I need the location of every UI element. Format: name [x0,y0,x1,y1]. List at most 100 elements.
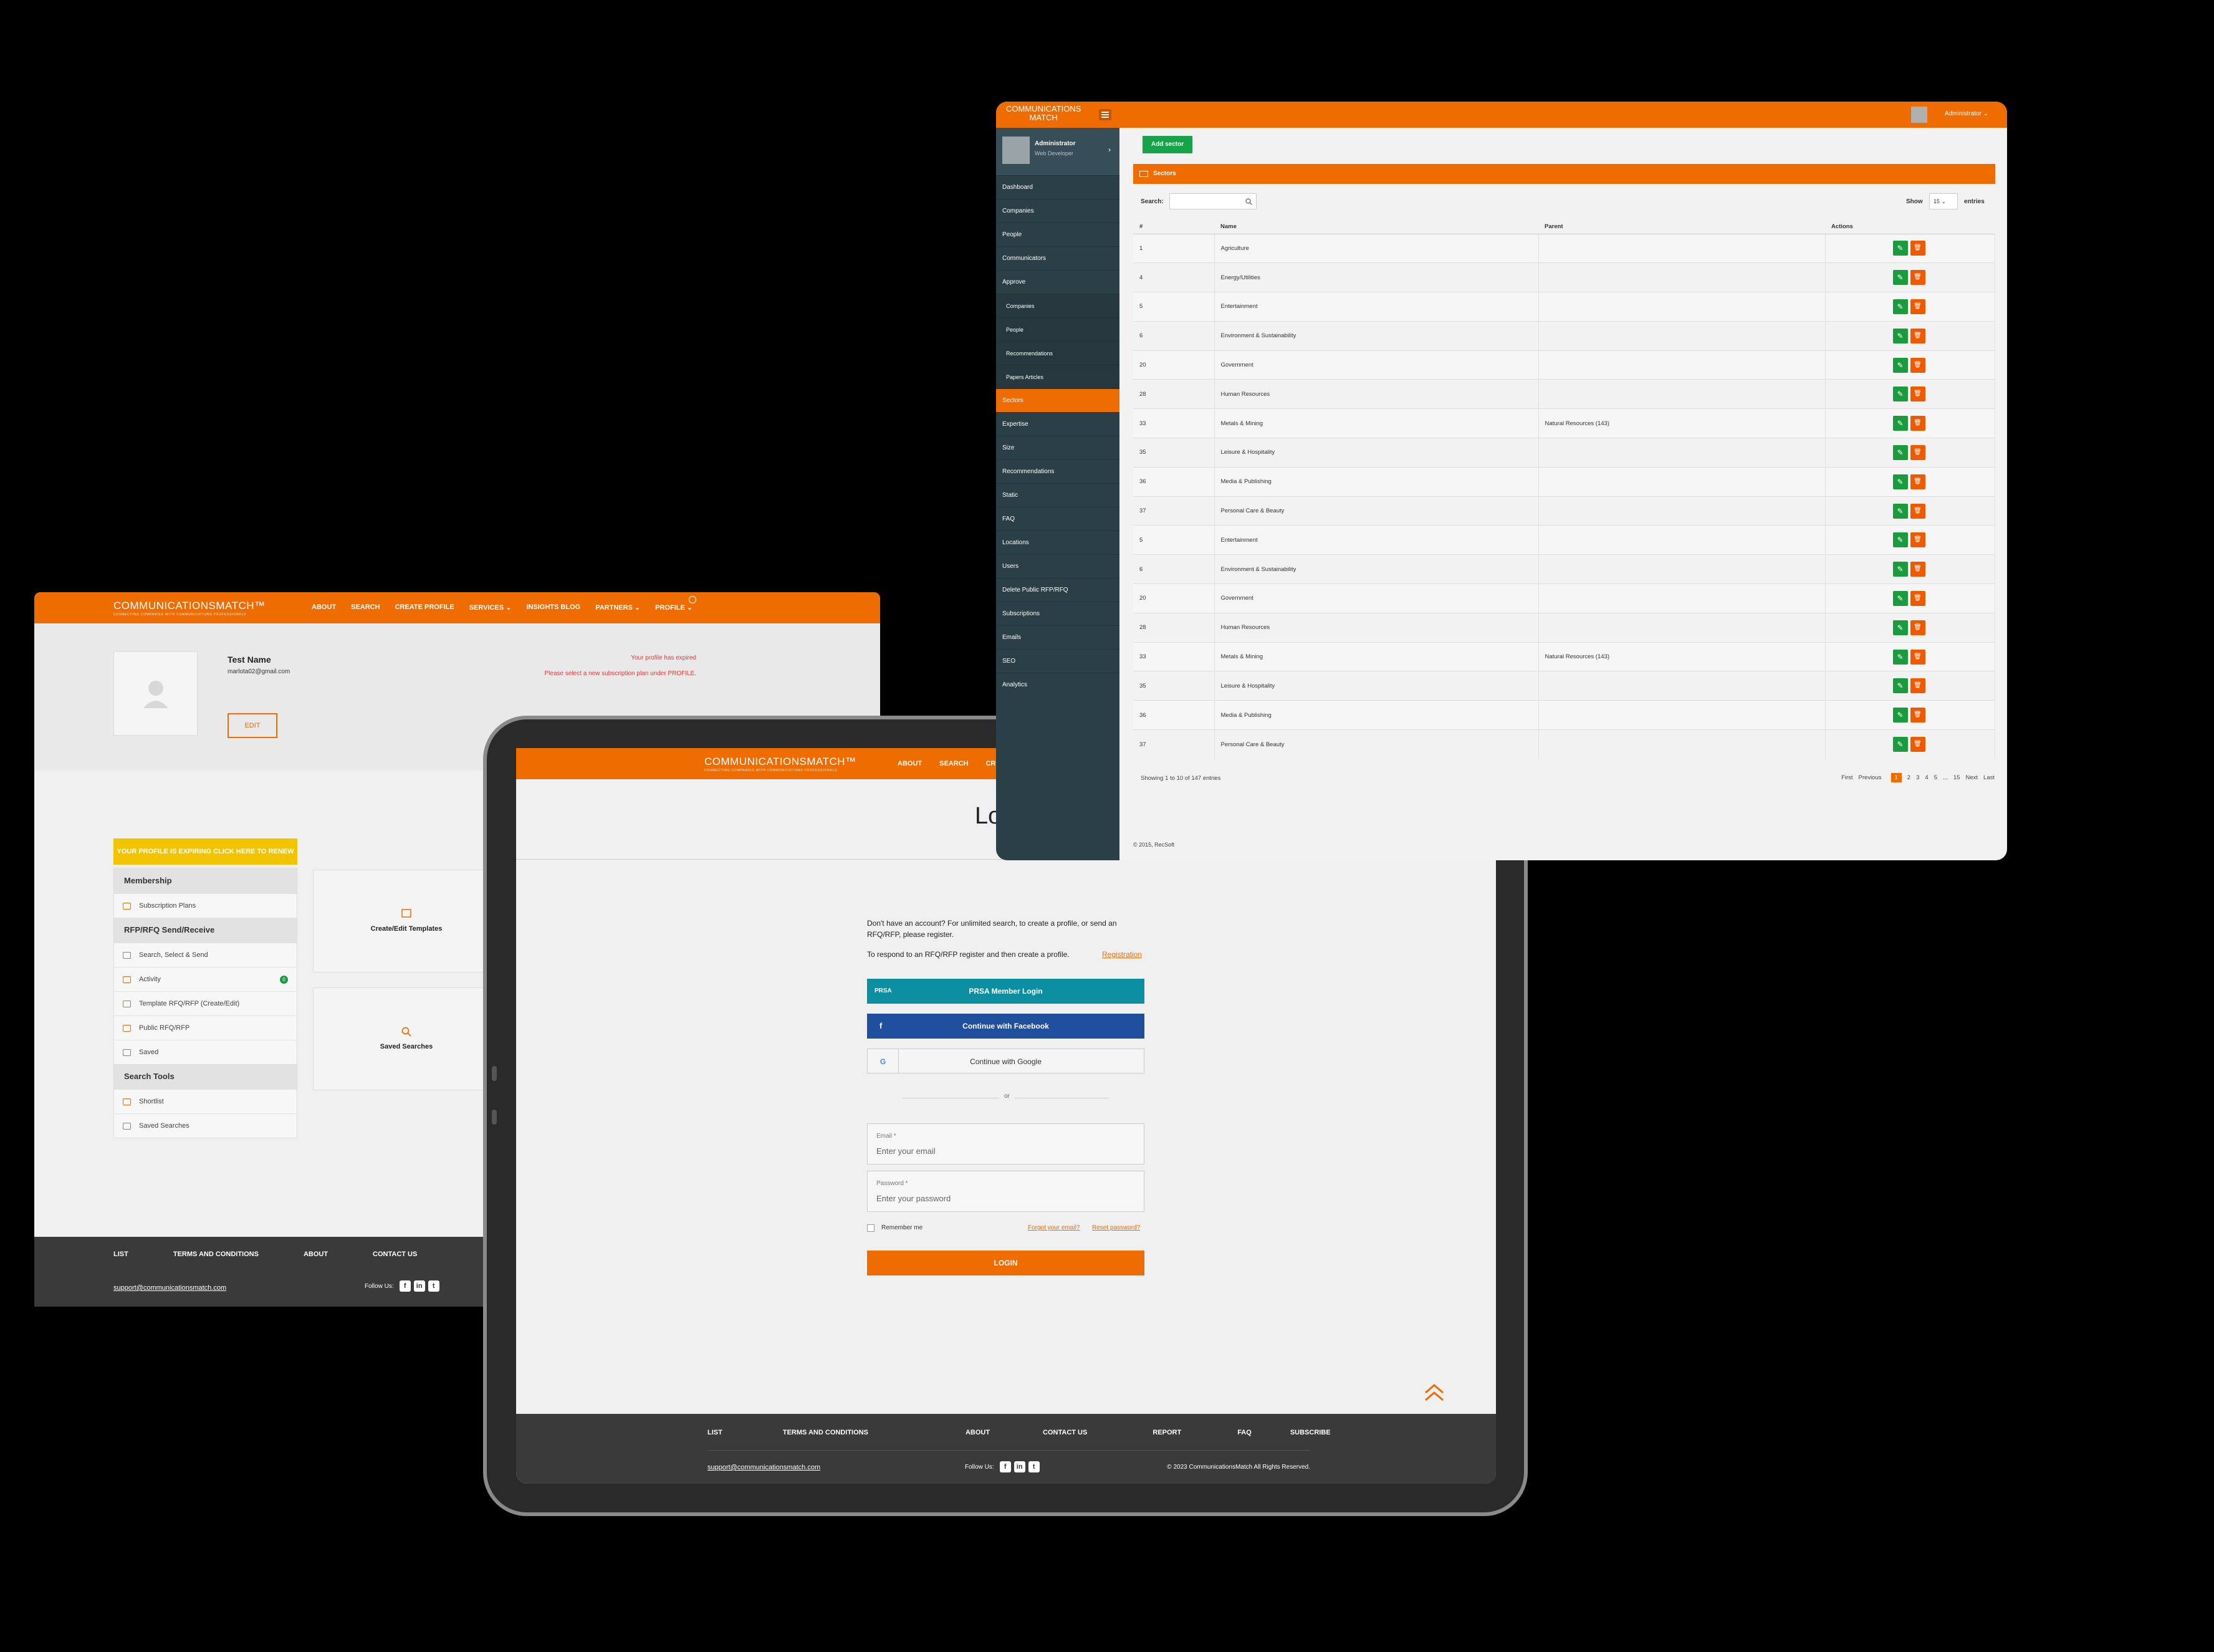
sidebar-item[interactable]: Template RFQ/RFP (Create/Edit) [114,991,297,1016]
edit-icon[interactable]: ✎ [1892,737,1908,752]
sidebar-item[interactable]: Companies [996,294,1119,317]
edit-icon[interactable]: ✎ [1892,503,1908,519]
scroll-top-icon[interactable] [1424,1383,1445,1403]
page-link[interactable]: ... [1943,774,1948,781]
delete-icon[interactable]: 🗑 [1910,678,1925,694]
sidebar-item[interactable]: People [996,317,1119,341]
sidebar-item[interactable]: Sectors [996,388,1119,412]
nav-link[interactable]: PROFILE ⌄ [655,603,692,612]
edit-profile-button[interactable]: EDIT [228,713,277,738]
sidebar-item[interactable]: Activity 0 [114,967,297,991]
sidebar-item[interactable]: Static [996,483,1119,507]
delete-icon[interactable]: 🗑 [1910,562,1925,577]
edit-icon[interactable]: ✎ [1892,590,1908,606]
footer-link[interactable]: LIST [113,1251,128,1258]
delete-icon[interactable]: 🗑 [1910,708,1925,723]
sidebar-item[interactable]: Saved Searches [114,1113,297,1138]
nav-link[interactable]: ABOUT [312,603,336,612]
remember-checkbox[interactable] [867,1224,875,1232]
sidebar-item[interactable]: Emails [996,625,1119,649]
renew-banner[interactable]: YOUR PROFILE IS EXPIRING CLICK HERE TO R… [113,838,297,865]
nav-link[interactable]: PARTNERS ⌄ [595,603,640,612]
nav-link[interactable]: CREATE PROFILE [395,603,454,612]
sidebar-item[interactable]: Subscriptions [996,602,1119,625]
sidebar-item[interactable]: People [996,223,1119,246]
search-input[interactable] [1169,193,1257,209]
edit-icon[interactable]: ✎ [1892,562,1908,577]
nav-link[interactable]: SERVICES ⌄ [469,603,512,612]
page-link[interactable]: Previous [1859,774,1882,781]
sidebar-user-panel[interactable]: Administrator Web Developer › [996,128,1119,175]
column-header[interactable]: # [1133,220,1214,234]
page-link[interactable]: 5 [1934,774,1937,781]
sidebar-item[interactable]: Approve [996,270,1119,294]
footer-link[interactable]: LIST [707,1429,722,1436]
reset-password-link[interactable]: Reset password? [1092,1224,1140,1231]
footer-link[interactable]: ABOUT [966,1429,990,1436]
delete-icon[interactable]: 🗑 [1910,503,1925,519]
nav-link[interactable]: SEARCH [939,760,968,767]
edit-icon[interactable]: ✎ [1892,474,1908,489]
delete-icon[interactable]: 🗑 [1910,357,1925,373]
page-link[interactable]: 1 [1891,773,1902,782]
delete-icon[interactable]: 🗑 [1910,387,1925,402]
delete-icon[interactable]: 🗑 [1910,474,1925,489]
site-logo[interactable]: COMMUNICATIONSMATCH™ CONNECTING COMPANIES… [113,600,266,617]
column-header[interactable]: Name [1214,220,1538,234]
avatar[interactable] [1911,107,1927,123]
delete-icon[interactable]: 🗑 [1910,444,1925,460]
sidebar-item[interactable]: Recommendations [996,459,1119,483]
page-size-select[interactable]: 15 ⌄ [1929,193,1958,209]
user-menu[interactable]: Administrator ⌄ [1945,110,1988,117]
page-link[interactable]: Next [1965,774,1978,781]
hamburger-menu-icon[interactable] [1099,109,1111,120]
footer-link[interactable]: REPORT [1153,1429,1181,1436]
edit-icon[interactable]: ✎ [1892,678,1908,694]
delete-icon[interactable]: 🗑 [1910,416,1925,431]
column-header[interactable]: Parent [1538,220,1825,234]
twitter-icon[interactable]: t [1028,1461,1040,1472]
registration-link[interactable]: Registration [1102,949,1142,960]
sidebar-item[interactable]: Subscription Plans [114,893,297,918]
avatar[interactable] [113,651,198,736]
nav-link[interactable]: SEARCH [351,603,380,612]
sidebar-item[interactable]: SEO [996,649,1119,673]
edit-icon[interactable]: ✎ [1892,649,1908,665]
footer-link[interactable]: ABOUT [304,1251,328,1258]
facebook-login-button[interactable]: f Continue with Facebook [867,1014,1144,1039]
page-link[interactable]: 3 [1916,774,1919,781]
login-button[interactable]: LOGIN [867,1251,1144,1275]
delete-icon[interactable]: 🗑 [1910,299,1925,314]
footer-link[interactable]: CONTACT US [373,1251,417,1258]
edit-icon[interactable]: ✎ [1892,708,1908,723]
footer-link[interactable]: SUBSCRIBE [1290,1429,1331,1436]
sidebar-item[interactable]: Communicators [996,246,1119,270]
column-header[interactable]: Actions [1825,220,1995,234]
sidebar-item[interactable]: Search, Select & Send [114,943,297,967]
footer-link[interactable]: TERMS AND CONDITIONS [783,1429,868,1436]
delete-icon[interactable]: 🗑 [1910,532,1925,548]
site-logo[interactable]: COMMUNICATIONSMATCH™ CONNECTING COMPANIES… [704,756,856,772]
linkedin-icon[interactable]: in [1014,1461,1025,1472]
sidebar-item[interactable]: Locations [996,531,1119,554]
edit-icon[interactable]: ✎ [1892,241,1908,256]
add-sector-button[interactable]: Add sector [1143,136,1192,153]
edit-icon[interactable]: ✎ [1892,444,1908,460]
sidebar-item[interactable]: Expertise [996,412,1119,436]
saved-searches-card[interactable]: Saved Searches [313,987,500,1090]
create-templates-card[interactable]: Create/Edit Templates [313,870,500,972]
page-link[interactable]: Last [1983,774,1995,781]
nav-link[interactable]: ABOUT [898,760,922,767]
delete-icon[interactable]: 🗑 [1910,241,1925,256]
google-login-button[interactable]: G Continue with Google [867,1049,1144,1073]
sidebar-item[interactable]: Papers Articles [996,365,1119,388]
edit-icon[interactable]: ✎ [1892,328,1908,343]
email-field[interactable]: Email * Enter your email [867,1123,1144,1165]
password-field[interactable]: Password * Enter your password [867,1171,1144,1212]
sidebar-item[interactable]: Companies [996,199,1119,223]
footer-link[interactable]: TERMS AND CONDITIONS [173,1251,259,1258]
edit-icon[interactable]: ✎ [1892,357,1908,373]
sidebar-item[interactable]: Delete Public RFP/RFQ [996,578,1119,602]
footer-link[interactable]: FAQ [1237,1429,1252,1436]
delete-icon[interactable]: 🗑 [1910,328,1925,343]
